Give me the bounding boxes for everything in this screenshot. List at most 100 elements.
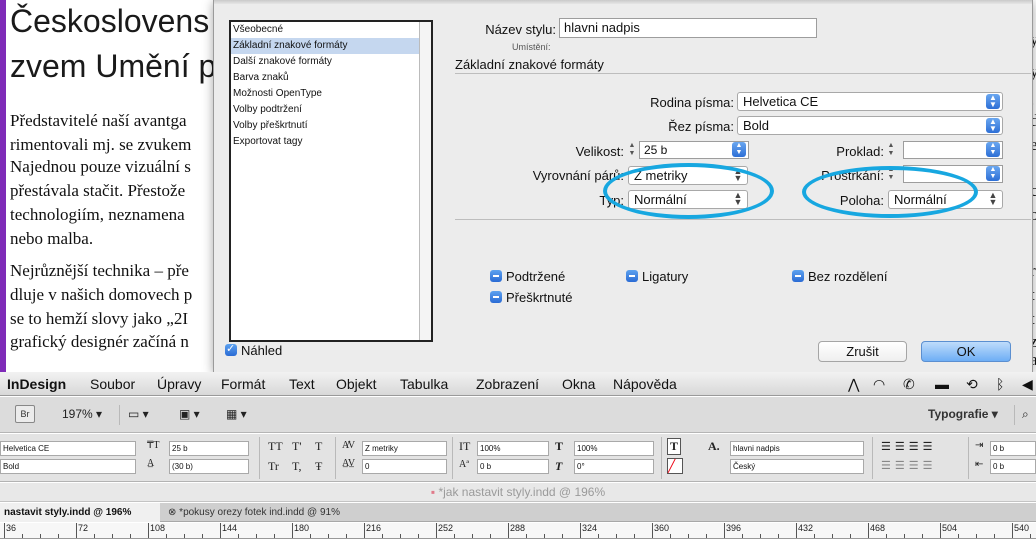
bluetooth-icon[interactable]: ᛒ	[996, 376, 1004, 392]
left-indent-field[interactable]: 0 b	[990, 441, 1036, 456]
menu-item-object[interactable]: Objekt	[336, 376, 376, 392]
size-stepper-icon[interactable]: ▲ ▼	[626, 142, 638, 160]
ruler-tick	[544, 534, 545, 538]
search-icon[interactable]: ⌕	[1022, 407, 1029, 422]
stroke-none-icon[interactable]: ╱	[667, 458, 683, 474]
no-break-checkbox[interactable]: Bez rozdělení	[792, 269, 888, 284]
view-options-icon[interactable]: ▭ ▾	[128, 407, 149, 421]
menu-item-edit[interactable]: Úpravy	[157, 376, 201, 392]
ruler-tick	[76, 523, 77, 538]
ruler-tick	[508, 523, 509, 538]
highlight-circle-position	[802, 166, 978, 218]
phone-icon[interactable]: ✆	[903, 376, 915, 393]
ruler-tick	[40, 534, 41, 538]
align-buttons-icon[interactable]: ☰☰☰☰	[881, 440, 936, 453]
ruler-tick	[202, 534, 203, 538]
first-line-indent-field[interactable]: 0 b	[990, 459, 1036, 474]
volume-icon[interactable]: ◀	[1022, 376, 1033, 393]
style-name-input[interactable]: hlavni nadpis	[559, 18, 817, 38]
ok-button[interactable]: OK	[921, 341, 1011, 362]
underline-checkbox[interactable]: Podtržené	[490, 269, 565, 284]
skew-field[interactable]: 0°	[574, 459, 654, 474]
horizontal-scale-field[interactable]: 100%	[574, 441, 654, 456]
zoom-level-select[interactable]: 197% ▾	[62, 407, 102, 421]
font-family-select[interactable]: Helvetica CE ▲ ▼	[737, 92, 1003, 111]
category-item-selected[interactable]: Základní znakové formáty	[231, 38, 431, 54]
leading-field[interactable]: (30 b)	[169, 459, 249, 474]
category-item[interactable]: Volby podtržení	[231, 102, 431, 118]
ruler-label: 288	[510, 523, 526, 533]
ligatures-checkbox[interactable]: Ligatury	[626, 269, 688, 284]
language-field[interactable]: Český	[730, 459, 864, 474]
workspace-select[interactable]: Typografie ▾	[928, 407, 998, 421]
category-scrollbar[interactable]	[419, 22, 431, 340]
ruler-tick	[94, 534, 95, 538]
strikethrough-checkbox[interactable]: Přeškrtnuté	[490, 290, 572, 305]
strikethrough-icon[interactable]: Ŧ	[315, 459, 322, 474]
cancel-button[interactable]: Zrušit	[818, 341, 907, 362]
size-input[interactable]: 25 b ▲ ▼	[639, 141, 749, 159]
font-family-field[interactable]: Helvetica CE	[0, 441, 136, 456]
no-break-label: Bez rozdělení	[808, 269, 888, 284]
all-caps-icon[interactable]: TT	[268, 439, 283, 454]
category-item[interactable]: Možnosti OpenType	[231, 86, 431, 102]
menu-app-name[interactable]: InDesign	[7, 376, 66, 392]
baseline-shift-field[interactable]: 0 b	[477, 459, 549, 474]
arrange-documents-icon[interactable]: ▦ ▾	[226, 407, 247, 421]
horizontal-ruler[interactable]: 36 72 108 144 180 216 252 288 324 360 396 432 468 504…	[0, 523, 1036, 539]
size-value: 25 b	[644, 143, 668, 157]
size-dropdown-icon[interactable]: ▲ ▼	[732, 142, 746, 157]
menu-item-text[interactable]: Text	[289, 376, 315, 392]
display-icon[interactable]: ▬	[935, 376, 949, 392]
ruler-tick	[454, 534, 455, 538]
font-style-field[interactable]: Bold	[0, 459, 136, 474]
screen-mode-icon[interactable]: ▣ ▾	[179, 407, 200, 421]
adobe-icon[interactable]: ⋀	[848, 376, 859, 393]
category-item[interactable]: Barva znaků	[231, 70, 431, 86]
ruler-tick	[832, 534, 833, 538]
font-style-label: Řez písma:	[668, 119, 734, 134]
category-list[interactable]: Všeobecné Základní znakové formáty Další…	[229, 20, 433, 342]
category-item[interactable]: Volby přeškrtnutí	[231, 118, 431, 134]
preview-checkbox[interactable]: Náhled	[225, 342, 282, 358]
tracking-field[interactable]: 0	[362, 459, 447, 474]
kerning-field[interactable]: Z metriky	[362, 441, 447, 456]
wifi-icon[interactable]: ◠	[873, 376, 885, 393]
small-caps-icon[interactable]: Tr	[268, 459, 279, 474]
menu-item-view[interactable]: Zobrazení	[476, 376, 539, 392]
skew-icon: T	[555, 459, 563, 473]
leading-input[interactable]: ▲ ▼	[903, 141, 1003, 159]
category-item[interactable]: Všeobecné	[231, 22, 431, 38]
vertical-scale-field[interactable]: 100%	[477, 441, 549, 456]
leading-dropdown-icon[interactable]: ▲ ▼	[986, 142, 1000, 157]
category-item[interactable]: Exportovat tagy	[231, 134, 431, 150]
tab-pokusy-orezy[interactable]: ⊗ *pokusy orezy fotek ind.indd @ 91%	[164, 503, 344, 522]
character-style-field[interactable]: hlavni nadpis	[730, 441, 864, 456]
menu-item-format[interactable]: Formát	[221, 376, 265, 392]
menu-item-help[interactable]: Nápověda	[613, 376, 677, 392]
ruler-tick	[400, 534, 401, 538]
menu-item-table[interactable]: Tabulka	[400, 376, 448, 392]
paragraph-line: technologiím, neznamena	[10, 205, 185, 224]
underline-icon[interactable]: T	[315, 439, 322, 454]
category-item[interactable]: Další znakové formáty	[231, 54, 431, 70]
paragraph-line: Představitelé naší avantga	[10, 111, 187, 130]
divider	[452, 437, 453, 479]
tracking-dropdown-icon[interactable]: ▲ ▼	[986, 166, 1000, 181]
menu-item-file[interactable]: Soubor	[90, 376, 135, 392]
document-title-bar: ▪ *jak nastavit styly.indd @ 196%	[0, 483, 1036, 502]
time-machine-icon[interactable]: ⟲	[966, 376, 978, 393]
subscript-icon[interactable]: T,	[292, 459, 301, 474]
close-tab-icon[interactable]: ⊗	[168, 507, 179, 518]
leading-stepper-icon[interactable]: ▲ ▼	[885, 142, 897, 160]
font-style-select[interactable]: Bold ▲ ▼	[737, 116, 1003, 135]
superscript-icon[interactable]: T'	[292, 439, 302, 454]
fill-text-icon[interactable]: T	[667, 438, 682, 455]
divider	[119, 405, 120, 425]
font-size-field[interactable]: 25 b	[169, 441, 249, 456]
ruler-tick	[436, 523, 437, 538]
menu-item-window[interactable]: Okna	[562, 376, 595, 392]
justify-buttons-icon[interactable]: ☰☰☰☰	[881, 459, 936, 472]
bridge-button[interactable]: Br	[15, 405, 35, 423]
tab-jak-nastavit-styly[interactable]: nastavit styly.indd @ 196%	[0, 503, 160, 522]
